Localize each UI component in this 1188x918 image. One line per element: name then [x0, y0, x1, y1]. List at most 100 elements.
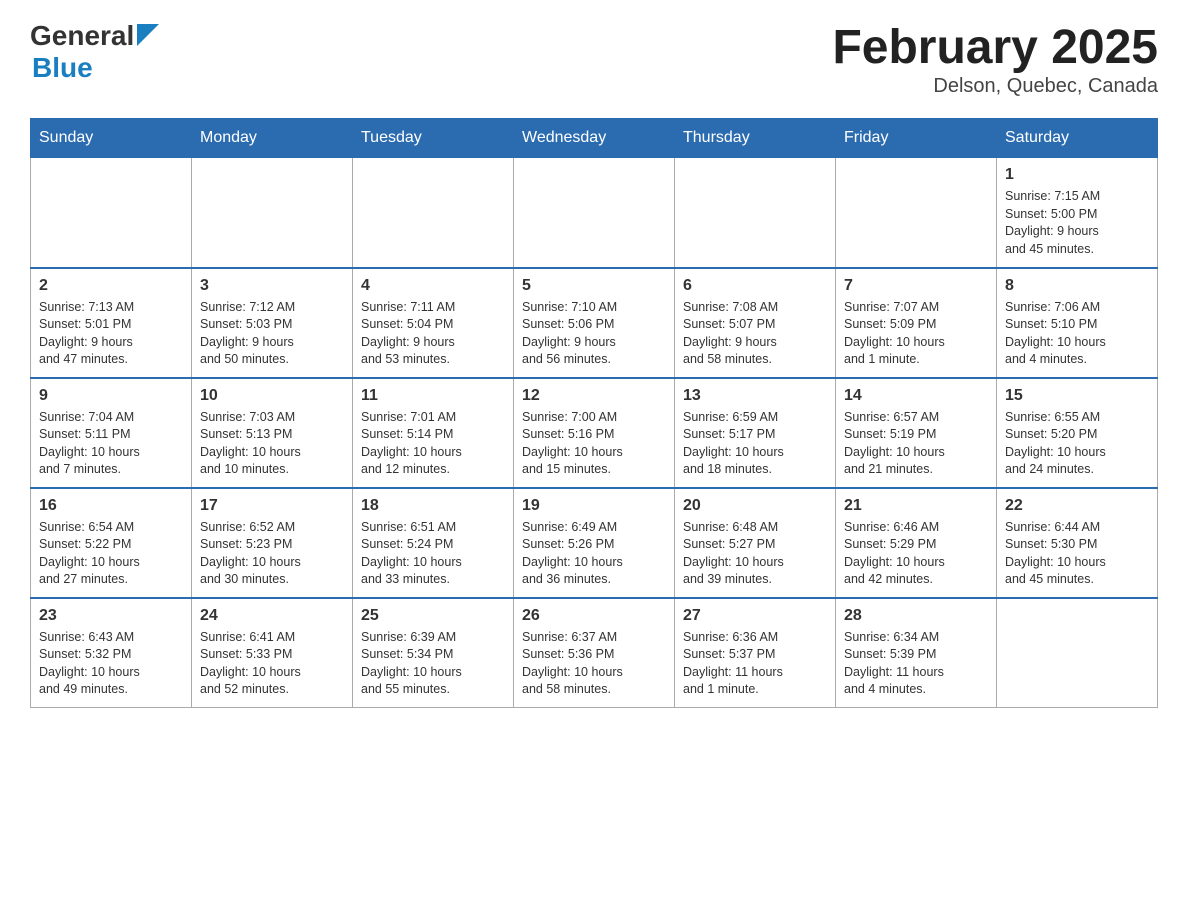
calendar-week-row: 2 Sunrise: 7:13 AM Sunset: 5:01 PM Daylig…	[31, 268, 1158, 378]
day-info: Sunrise: 7:12 AM Sunset: 5:03 PM Dayligh…	[200, 299, 344, 369]
day-info: Sunrise: 6:36 AM Sunset: 5:37 PM Dayligh…	[683, 629, 827, 699]
calendar-cell: 22 Sunrise: 6:44 AM Sunset: 5:30 PM Dayli…	[997, 488, 1158, 598]
day-number: 18	[361, 497, 505, 515]
day-info: Sunrise: 7:03 AM Sunset: 5:13 PM Dayligh…	[200, 409, 344, 479]
location-text: Delson, Quebec, Canada	[832, 75, 1158, 98]
day-number: 2	[39, 277, 183, 295]
day-number: 22	[1005, 497, 1149, 515]
calendar-week-row: 9 Sunrise: 7:04 AM Sunset: 5:11 PM Daylig…	[31, 378, 1158, 488]
weekday-header-sunday: Sunday	[31, 119, 192, 158]
calendar-cell: 15 Sunrise: 6:55 AM Sunset: 5:20 PM Dayli…	[997, 378, 1158, 488]
day-number: 5	[522, 277, 666, 295]
logo-blue-text: Blue	[32, 52, 93, 84]
day-info: Sunrise: 6:57 AM Sunset: 5:19 PM Dayligh…	[844, 409, 988, 479]
calendar-cell: 13 Sunrise: 6:59 AM Sunset: 5:17 PM Dayli…	[675, 378, 836, 488]
weekday-header-row: SundayMondayTuesdayWednesdayThursdayFrid…	[31, 119, 1158, 158]
calendar-table: SundayMondayTuesdayWednesdayThursdayFrid…	[30, 118, 1158, 708]
calendar-cell: 10 Sunrise: 7:03 AM Sunset: 5:13 PM Dayli…	[192, 378, 353, 488]
day-info: Sunrise: 6:54 AM Sunset: 5:22 PM Dayligh…	[39, 519, 183, 589]
day-info: Sunrise: 6:43 AM Sunset: 5:32 PM Dayligh…	[39, 629, 183, 699]
day-number: 8	[1005, 277, 1149, 295]
day-number: 17	[200, 497, 344, 515]
calendar-cell	[836, 158, 997, 268]
day-info: Sunrise: 6:59 AM Sunset: 5:17 PM Dayligh…	[683, 409, 827, 479]
calendar-cell: 19 Sunrise: 6:49 AM Sunset: 5:26 PM Dayli…	[514, 488, 675, 598]
calendar-cell: 17 Sunrise: 6:52 AM Sunset: 5:23 PM Dayli…	[192, 488, 353, 598]
day-info: Sunrise: 6:41 AM Sunset: 5:33 PM Dayligh…	[200, 629, 344, 699]
day-info: Sunrise: 7:01 AM Sunset: 5:14 PM Dayligh…	[361, 409, 505, 479]
day-number: 1	[1005, 166, 1149, 184]
month-title: February 2025	[832, 20, 1158, 75]
calendar-week-row: 23 Sunrise: 6:43 AM Sunset: 5:32 PM Dayli…	[31, 598, 1158, 708]
calendar-cell: 1 Sunrise: 7:15 AM Sunset: 5:00 PM Daylig…	[997, 158, 1158, 268]
day-number: 19	[522, 497, 666, 515]
logo: General Blue	[30, 20, 159, 84]
calendar-week-row: 16 Sunrise: 6:54 AM Sunset: 5:22 PM Dayli…	[31, 488, 1158, 598]
weekday-header-wednesday: Wednesday	[514, 119, 675, 158]
day-info: Sunrise: 6:37 AM Sunset: 5:36 PM Dayligh…	[522, 629, 666, 699]
page-header: General Blue February 2025 Delson, Quebe…	[30, 20, 1158, 98]
calendar-cell: 4 Sunrise: 7:11 AM Sunset: 5:04 PM Daylig…	[353, 268, 514, 378]
weekday-header-thursday: Thursday	[675, 119, 836, 158]
calendar-cell: 12Sunrise: 7:00 AM Sunset: 5:16 PM Dayli…	[514, 378, 675, 488]
day-number: 15	[1005, 387, 1149, 405]
calendar-cell	[192, 158, 353, 268]
logo-general-text: General	[30, 20, 134, 52]
calendar-cell: 26 Sunrise: 6:37 AM Sunset: 5:36 PM Dayli…	[514, 598, 675, 708]
day-info: Sunrise: 6:55 AM Sunset: 5:20 PM Dayligh…	[1005, 409, 1149, 479]
calendar-cell: 5Sunrise: 7:10 AM Sunset: 5:06 PM Daylig…	[514, 268, 675, 378]
day-info: Sunrise: 7:06 AM Sunset: 5:10 PM Dayligh…	[1005, 299, 1149, 369]
calendar-cell	[353, 158, 514, 268]
calendar-cell: 8 Sunrise: 7:06 AM Sunset: 5:10 PM Daylig…	[997, 268, 1158, 378]
calendar-cell: 16 Sunrise: 6:54 AM Sunset: 5:22 PM Dayli…	[31, 488, 192, 598]
day-number: 4	[361, 277, 505, 295]
calendar-cell: 20 Sunrise: 6:48 AM Sunset: 5:27 PM Dayli…	[675, 488, 836, 598]
day-number: 10	[200, 387, 344, 405]
calendar-cell	[514, 158, 675, 268]
calendar-cell: 6Sunrise: 7:08 AM Sunset: 5:07 PM Daylig…	[675, 268, 836, 378]
day-info: Sunrise: 6:48 AM Sunset: 5:27 PM Dayligh…	[683, 519, 827, 589]
day-number: 6	[683, 277, 827, 295]
calendar-cell: 27 Sunrise: 6:36 AM Sunset: 5:37 PM Dayli…	[675, 598, 836, 708]
day-info: Sunrise: 7:13 AM Sunset: 5:01 PM Dayligh…	[39, 299, 183, 369]
weekday-header-tuesday: Tuesday	[353, 119, 514, 158]
day-number: 13	[683, 387, 827, 405]
title-area: February 2025 Delson, Quebec, Canada	[832, 20, 1158, 98]
calendar-week-row: 1 Sunrise: 7:15 AM Sunset: 5:00 PM Daylig…	[31, 158, 1158, 268]
day-info: Sunrise: 6:49 AM Sunset: 5:26 PM Dayligh…	[522, 519, 666, 589]
calendar-cell: 9 Sunrise: 7:04 AM Sunset: 5:11 PM Daylig…	[31, 378, 192, 488]
day-number: 20	[683, 497, 827, 515]
day-info: Sunrise: 6:34 AM Sunset: 5:39 PM Dayligh…	[844, 629, 988, 699]
weekday-header-saturday: Saturday	[997, 119, 1158, 158]
day-number: 26	[522, 607, 666, 625]
day-info: Sunrise: 7:04 AM Sunset: 5:11 PM Dayligh…	[39, 409, 183, 479]
calendar-cell	[31, 158, 192, 268]
day-info: Sunrise: 7:07 AM Sunset: 5:09 PM Dayligh…	[844, 299, 988, 369]
calendar-cell: 21Sunrise: 6:46 AM Sunset: 5:29 PM Dayli…	[836, 488, 997, 598]
day-number: 21	[844, 497, 988, 515]
day-info: Sunrise: 7:00 AM Sunset: 5:16 PM Dayligh…	[522, 409, 666, 479]
calendar-cell	[675, 158, 836, 268]
day-info: Sunrise: 7:15 AM Sunset: 5:00 PM Dayligh…	[1005, 188, 1149, 258]
day-number: 16	[39, 497, 183, 515]
day-info: Sunrise: 6:39 AM Sunset: 5:34 PM Dayligh…	[361, 629, 505, 699]
day-number: 3	[200, 277, 344, 295]
day-number: 27	[683, 607, 827, 625]
day-number: 11	[361, 387, 505, 405]
calendar-cell: 7 Sunrise: 7:07 AM Sunset: 5:09 PM Daylig…	[836, 268, 997, 378]
calendar-cell: 3 Sunrise: 7:12 AM Sunset: 5:03 PM Daylig…	[192, 268, 353, 378]
day-number: 14	[844, 387, 988, 405]
calendar-cell: 24Sunrise: 6:41 AM Sunset: 5:33 PM Dayli…	[192, 598, 353, 708]
day-number: 23	[39, 607, 183, 625]
calendar-cell: 23 Sunrise: 6:43 AM Sunset: 5:32 PM Dayli…	[31, 598, 192, 708]
day-info: Sunrise: 6:52 AM Sunset: 5:23 PM Dayligh…	[200, 519, 344, 589]
calendar-cell: 18Sunrise: 6:51 AM Sunset: 5:24 PM Dayli…	[353, 488, 514, 598]
calendar-cell: 11 Sunrise: 7:01 AM Sunset: 5:14 PM Dayli…	[353, 378, 514, 488]
day-number: 7	[844, 277, 988, 295]
weekday-header-friday: Friday	[836, 119, 997, 158]
day-info: Sunrise: 6:44 AM Sunset: 5:30 PM Dayligh…	[1005, 519, 1149, 589]
logo-triangle-icon	[137, 24, 159, 46]
calendar-cell	[997, 598, 1158, 708]
day-number: 9	[39, 387, 183, 405]
day-info: Sunrise: 7:11 AM Sunset: 5:04 PM Dayligh…	[361, 299, 505, 369]
